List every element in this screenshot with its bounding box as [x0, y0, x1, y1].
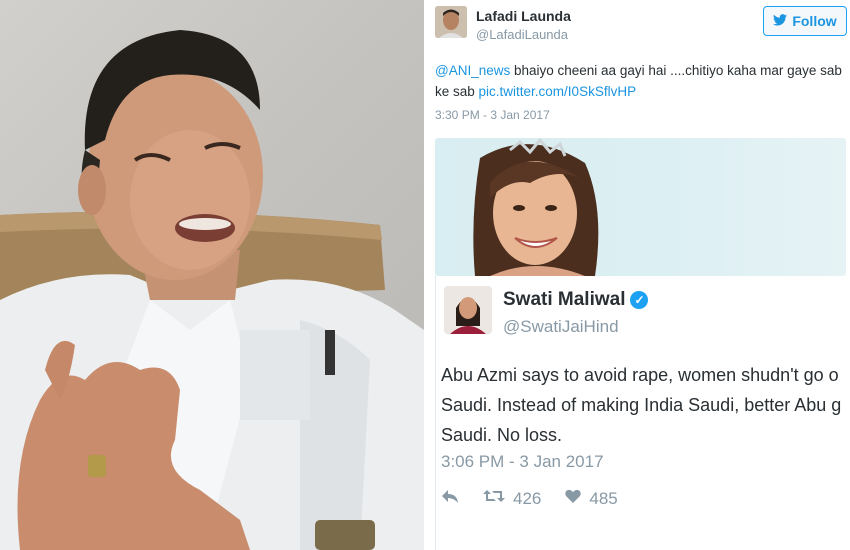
author-handle[interactable]: @LafadiLaunda	[476, 27, 568, 42]
avatar[interactable]	[444, 286, 492, 334]
twitter-bird-icon	[773, 13, 788, 29]
reply-button[interactable]	[441, 488, 459, 509]
author-handle[interactable]: @SwatiJaiHind	[503, 317, 619, 337]
avatar-image	[435, 6, 467, 38]
embedded-tweet[interactable]: Swati Maliwal ✓ @SwatiJaiHind Abu Azmi s…	[435, 276, 847, 550]
news-photo	[0, 0, 424, 550]
tweet-line-1: Abu Azmi says to avoid rape, women shudn…	[441, 365, 839, 385]
man-portrait-illustration	[0, 30, 424, 550]
tweet-timestamp[interactable]: 3:30 PM - 3 Jan 2017	[435, 108, 550, 122]
author-name[interactable]: Lafadi Launda	[476, 8, 571, 24]
avatar[interactable]	[435, 6, 467, 38]
woman-portrait-illustration	[473, 138, 599, 276]
retweet-count: 426	[513, 488, 542, 508]
tweet-media-image[interactable]	[435, 138, 846, 276]
tweet-text: Abu Azmi says to avoid rape, women shudn…	[441, 360, 850, 450]
tweet-timestamp[interactable]: 3:06 PM - 3 Jan 2017	[441, 452, 604, 472]
tweet-text: @ANI_news bhaiyo cheeni aa gayi hai ....…	[435, 60, 845, 102]
heart-icon	[565, 489, 582, 509]
avatar-image	[444, 286, 492, 334]
pic-link[interactable]: pic.twitter.com/I0SkSflvHP	[479, 84, 637, 99]
tweet-line-2: Saudi. Instead of making India Saudi, be…	[441, 395, 842, 415]
author-name[interactable]: Swati Maliwal	[503, 289, 625, 311]
tweet-line-3: Saudi. No loss.	[441, 425, 563, 445]
like-count: 485	[589, 488, 618, 508]
mention-link[interactable]: @ANI_news	[435, 63, 510, 78]
follow-label: Follow	[792, 13, 837, 29]
follow-button[interactable]: Follow	[763, 6, 847, 36]
retweet-icon	[483, 488, 505, 509]
retweet-button[interactable]: 426	[483, 488, 541, 509]
author-name-row: Swati Maliwal ✓	[503, 289, 649, 311]
like-button[interactable]: 485	[565, 488, 618, 509]
reply-icon	[441, 488, 459, 509]
tweet-card: Lafadi Launda @LafadiLaunda Follow @ANI_…	[426, 0, 850, 550]
verified-badge-icon: ✓	[630, 291, 649, 309]
tweet-actions: 426 485	[441, 488, 618, 509]
